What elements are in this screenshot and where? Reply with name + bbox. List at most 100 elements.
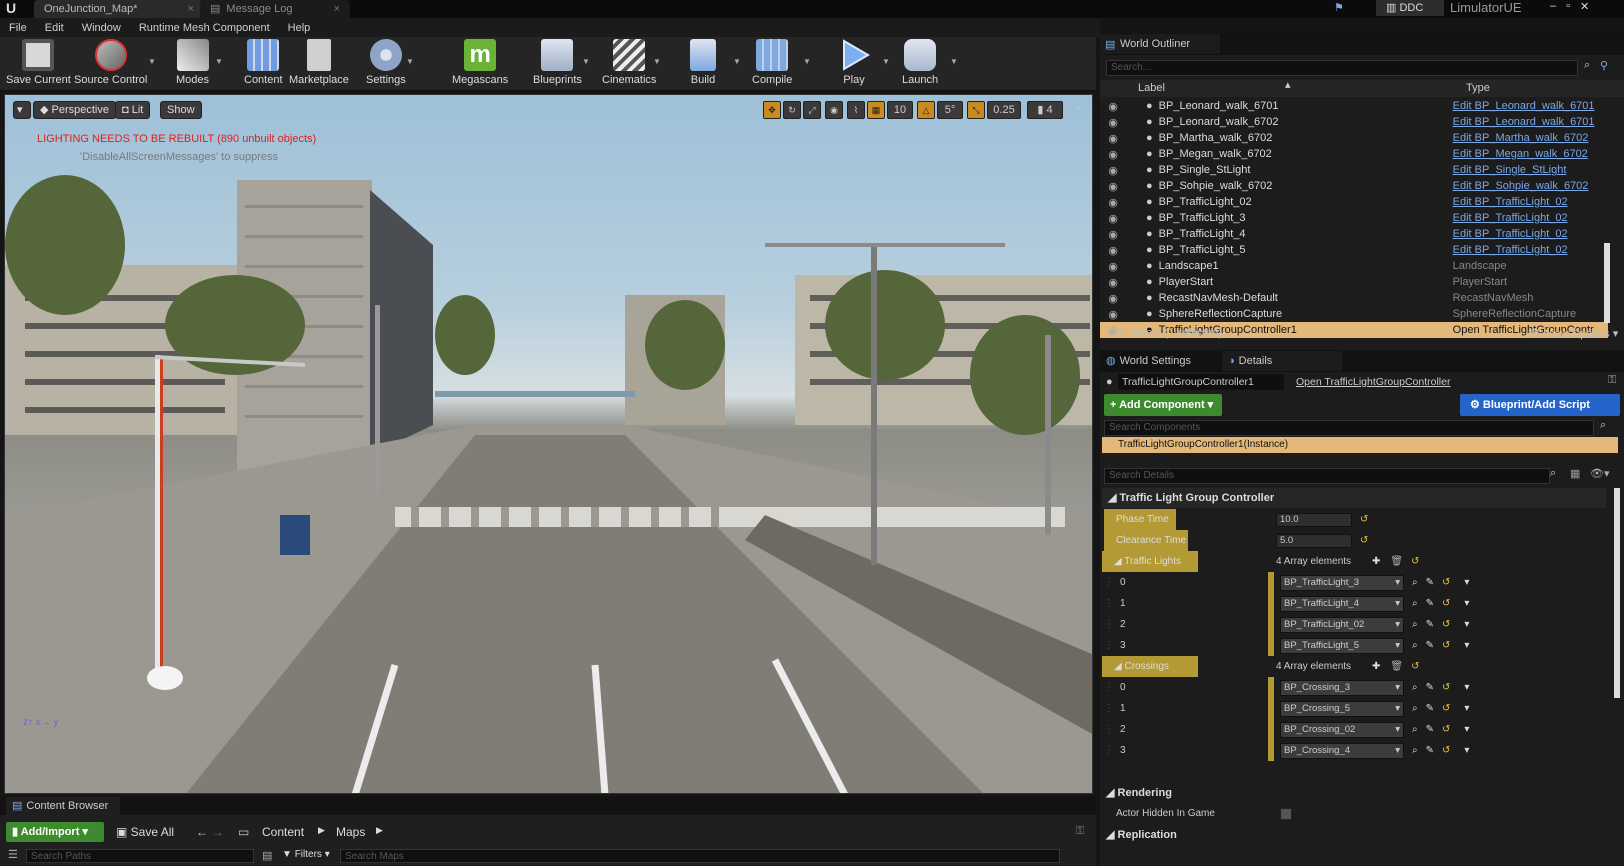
add-element-icon[interactable]: ✚ xyxy=(1372,661,1380,672)
visibility-eye-icon[interactable]: ◉ xyxy=(1106,308,1120,321)
outliner-row[interactable]: ◉ ● BP_Single_StLight Edit BP_Single_StLigh… xyxy=(1100,162,1608,178)
chevron-down-icon[interactable]: ▾ xyxy=(1464,577,1469,588)
actor-type[interactable]: Edit BP_Martha_walk_6702 xyxy=(1453,132,1589,144)
compile-button[interactable]: Compile xyxy=(752,37,792,91)
col-label[interactable]: Label xyxy=(1138,82,1165,94)
actor-picker[interactable]: BP_TrafficLight_3 xyxy=(1280,574,1404,591)
visibility-eye-icon[interactable]: ◉ xyxy=(1106,196,1120,209)
scale-snap-icon[interactable]: ⤡ xyxy=(967,101,985,119)
sources-toggle-icon[interactable]: ☰ xyxy=(8,848,18,861)
details-scrollbar[interactable] xyxy=(1614,488,1620,698)
modes-button[interactable]: Modes xyxy=(176,37,209,91)
delete-icon[interactable]: 🗑 xyxy=(1390,556,1403,567)
perspective-button[interactable]: ◆ Perspective xyxy=(33,101,116,119)
chevron-down-icon[interactable]: ▼ xyxy=(882,57,890,66)
tab-content-browser[interactable]: ▤ Content Browser xyxy=(6,797,120,815)
rotation-snap-value[interactable]: 5° xyxy=(937,101,963,119)
actor-type[interactable]: Edit BP_TrafficLight_02 xyxy=(1453,244,1568,256)
reset-icon[interactable]: ↺ xyxy=(1442,703,1450,714)
drag-handle-icon[interactable]: ⋮ xyxy=(1100,619,1116,630)
content-button[interactable]: Content xyxy=(244,37,283,91)
sort-icon[interactable]: ▴ xyxy=(1285,78,1291,91)
launch-button[interactable]: Launch xyxy=(902,37,938,91)
menu-edit[interactable]: Edit xyxy=(36,22,73,34)
actor-type[interactable]: Edit BP_Sohpie_walk_6702 xyxy=(1453,180,1589,192)
close-icon[interactable]: × xyxy=(188,1,194,17)
actor-type[interactable]: Edit BP_Single_StLight xyxy=(1453,164,1567,176)
source-control-button[interactable]: Source Control xyxy=(74,37,147,91)
section-rendering[interactable]: ◢ Rendering xyxy=(1100,786,1172,799)
drag-handle-icon[interactable]: ⋮ xyxy=(1100,703,1116,714)
breadcrumb-maps[interactable]: Maps xyxy=(336,825,365,839)
actor-picker[interactable]: BP_TrafficLight_4 xyxy=(1280,595,1404,612)
ddc-button[interactable]: ▥ DDC xyxy=(1376,0,1444,16)
section-traffic-light-group-controller[interactable]: ◢ Traffic Light Group Controller xyxy=(1102,488,1606,508)
delete-icon[interactable]: 🗑 xyxy=(1390,661,1403,672)
outliner-row[interactable]: ◉ ● BP_TrafficLight_5 Edit BP_TrafficLight_… xyxy=(1100,242,1608,258)
drag-handle-icon[interactable]: ⋮ xyxy=(1100,640,1116,651)
blueprint-add-script-button[interactable]: ⚙ Blueprint/Add Script xyxy=(1460,394,1620,416)
actor-picker[interactable]: BP_TrafficLight_02 xyxy=(1280,616,1404,633)
rotation-snap-icon[interactable]: △ xyxy=(917,101,935,119)
chevron-down-icon[interactable]: ▾ xyxy=(1464,724,1469,735)
reset-icon[interactable]: ↺ xyxy=(1411,556,1419,567)
browse-icon[interactable]: ⌕ xyxy=(1412,577,1418,588)
browse-icon[interactable]: ⌕ xyxy=(1412,745,1418,756)
drag-handle-icon[interactable]: ⋮ xyxy=(1100,598,1116,609)
chevron-down-icon[interactable]: ▼ xyxy=(733,57,741,66)
pick-actor-icon[interactable]: ✎ xyxy=(1426,577,1434,588)
pin-icon[interactable]: ⚲ xyxy=(1600,59,1608,72)
actor-hidden-checkbox[interactable] xyxy=(1280,807,1292,820)
outliner-row[interactable]: ◉ ● BP_Megan_walk_6702 Edit BP_Megan_walk_6… xyxy=(1100,146,1608,162)
outliner-scrollbar[interactable] xyxy=(1604,243,1610,323)
play-button[interactable]: Play xyxy=(838,37,870,91)
outliner-row[interactable]: ◉ ● RecastNavMesh-Default RecastNavMesh xyxy=(1100,290,1608,306)
maximize-viewport-icon[interactable]: ▫ xyxy=(1077,103,1081,115)
menu-file[interactable]: File xyxy=(0,22,36,34)
reset-icon[interactable]: ↺ xyxy=(1442,682,1450,693)
actor-picker[interactable]: BP_Crossing_3 xyxy=(1280,679,1404,696)
open-blueprint-link[interactable]: Open TrafficLightGroupController xyxy=(1296,376,1450,388)
drag-handle-icon[interactable]: ⋮ xyxy=(1100,745,1116,756)
grid-view-icon[interactable]: ▦ xyxy=(1570,467,1580,480)
actor-type[interactable]: Edit BP_TrafficLight_02 xyxy=(1453,212,1568,224)
tab-message-log[interactable]: ▤ Message Log × xyxy=(200,0,350,18)
save-current-button[interactable]: Save Current xyxy=(6,37,71,91)
reset-icon[interactable]: ↺ xyxy=(1442,598,1450,609)
lock-icon[interactable]: ⚿ xyxy=(1076,825,1084,838)
reset-icon[interactable]: ↺ xyxy=(1442,619,1450,630)
translate-icon[interactable]: ✥ xyxy=(763,101,781,119)
visibility-eye-icon[interactable]: ◉ xyxy=(1106,292,1120,305)
outliner-row[interactable]: ◉ ● BP_TrafficLight_02 Edit BP_TrafficLight… xyxy=(1100,194,1608,210)
tab-world-outliner[interactable]: World Outliner xyxy=(1100,34,1220,54)
pick-actor-icon[interactable]: ✎ xyxy=(1426,682,1434,693)
instance-component-row[interactable]: TrafficLightGroupController1(Instance) xyxy=(1102,437,1618,453)
col-type[interactable]: Type xyxy=(1466,82,1490,94)
actor-picker[interactable]: BP_Crossing_5 xyxy=(1280,700,1404,717)
section-replication[interactable]: ◢ Replication xyxy=(1100,828,1177,841)
chevron-down-icon[interactable]: ▼ xyxy=(950,57,958,66)
add-element-icon[interactable]: ✚ xyxy=(1372,556,1380,567)
chevron-down-icon[interactable]: ▼ xyxy=(653,57,661,66)
megascans-button[interactable]: m Megascans xyxy=(452,37,508,91)
outliner-search-input[interactable]: Search... xyxy=(1106,60,1578,76)
tab-onejunction-map[interactable]: OneJunction_Map* × xyxy=(34,0,204,18)
reset-icon[interactable]: ↺ xyxy=(1411,661,1419,672)
breadcrumb-content[interactable]: Content xyxy=(262,825,304,839)
chevron-down-icon[interactable]: ▼ xyxy=(582,57,590,66)
actor-type[interactable]: Edit BP_Leonard_walk_6701 xyxy=(1453,116,1595,128)
actor-picker[interactable]: BP_Crossing_4 xyxy=(1280,742,1404,759)
chevron-down-icon[interactable]: ▼ xyxy=(148,57,156,66)
outliner-row[interactable]: ◉ ● BP_Sohpie_walk_6702 Edit BP_Sohpie_walk… xyxy=(1100,178,1608,194)
browse-icon[interactable]: ⌕ xyxy=(1412,619,1418,630)
eye-icon[interactable]: 👁▾ xyxy=(1590,467,1610,480)
tab-details[interactable]: ◑ Details xyxy=(1222,351,1342,371)
search-maps-input[interactable]: Search Maps xyxy=(340,849,1060,863)
maximize-icon[interactable]: ▫ xyxy=(1566,0,1570,14)
browse-icon[interactable]: ⌕ xyxy=(1412,703,1418,714)
close-window-icon[interactable]: ✕ xyxy=(1580,0,1589,14)
visibility-eye-icon[interactable]: ◉ xyxy=(1106,276,1120,289)
tab-world-settings[interactable]: ◍ World Settings xyxy=(1100,351,1220,371)
visibility-eye-icon[interactable]: ◉ xyxy=(1106,212,1120,225)
chevron-down-icon[interactable]: ▾ xyxy=(1464,682,1469,693)
